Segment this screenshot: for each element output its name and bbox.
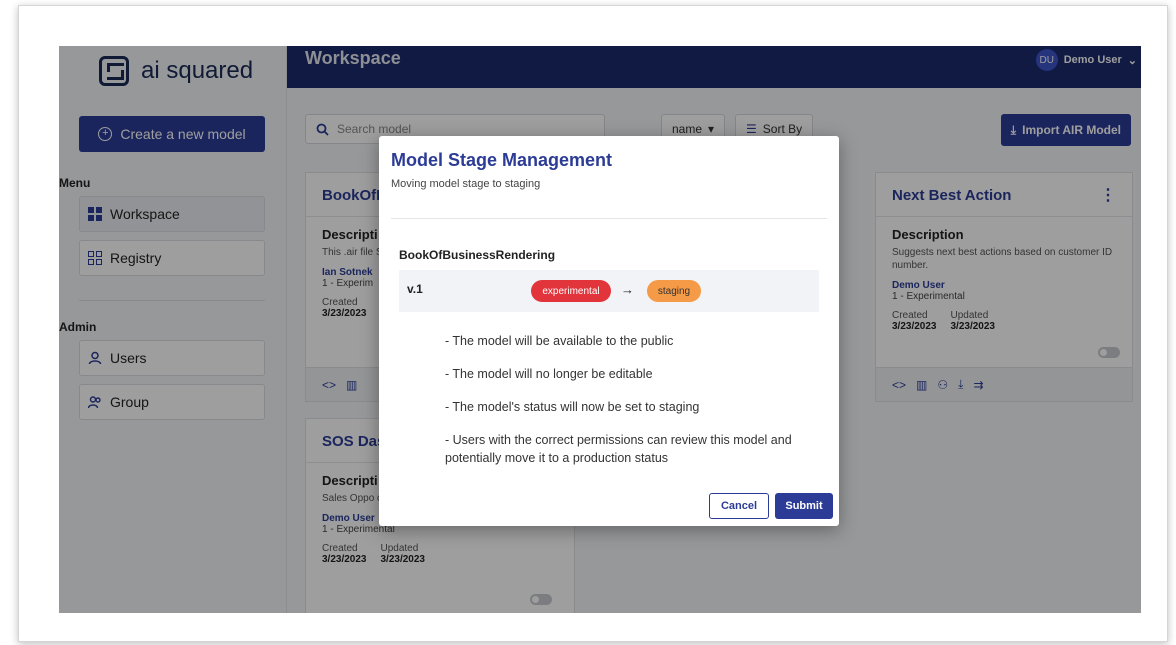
screenshot-frame: ai squared + Create a new model Menu Wor… (18, 5, 1168, 642)
list-item: - The model will be available to the pub… (445, 334, 674, 348)
from-stage-badge: experimental (531, 280, 611, 302)
dialog-title: Model Stage Management (391, 150, 613, 170)
list-item: - The model's status will now be set to … (445, 400, 700, 414)
dialog-divider (391, 218, 827, 219)
arrow-right-icon: → (621, 282, 634, 297)
dialog-subtitle: Moving model stage to staging (391, 178, 541, 190)
version-row: v.1 experimental → staging (399, 270, 819, 312)
stage-management-dialog: Model Stage Management Moving model stag… (379, 136, 839, 526)
consequence-list: - The model will be available to the pub… (445, 332, 805, 482)
to-stage-badge: staging (647, 280, 701, 302)
version-label: v.1 (407, 282, 423, 296)
cancel-button[interactable]: Cancel (709, 493, 769, 519)
list-item: - Users with the correct permissions can… (445, 433, 792, 465)
submit-button[interactable]: Submit (775, 493, 833, 519)
list-item: - The model will no longer be editable (445, 367, 653, 381)
model-name: BookOfBusinessRendering (399, 248, 556, 262)
